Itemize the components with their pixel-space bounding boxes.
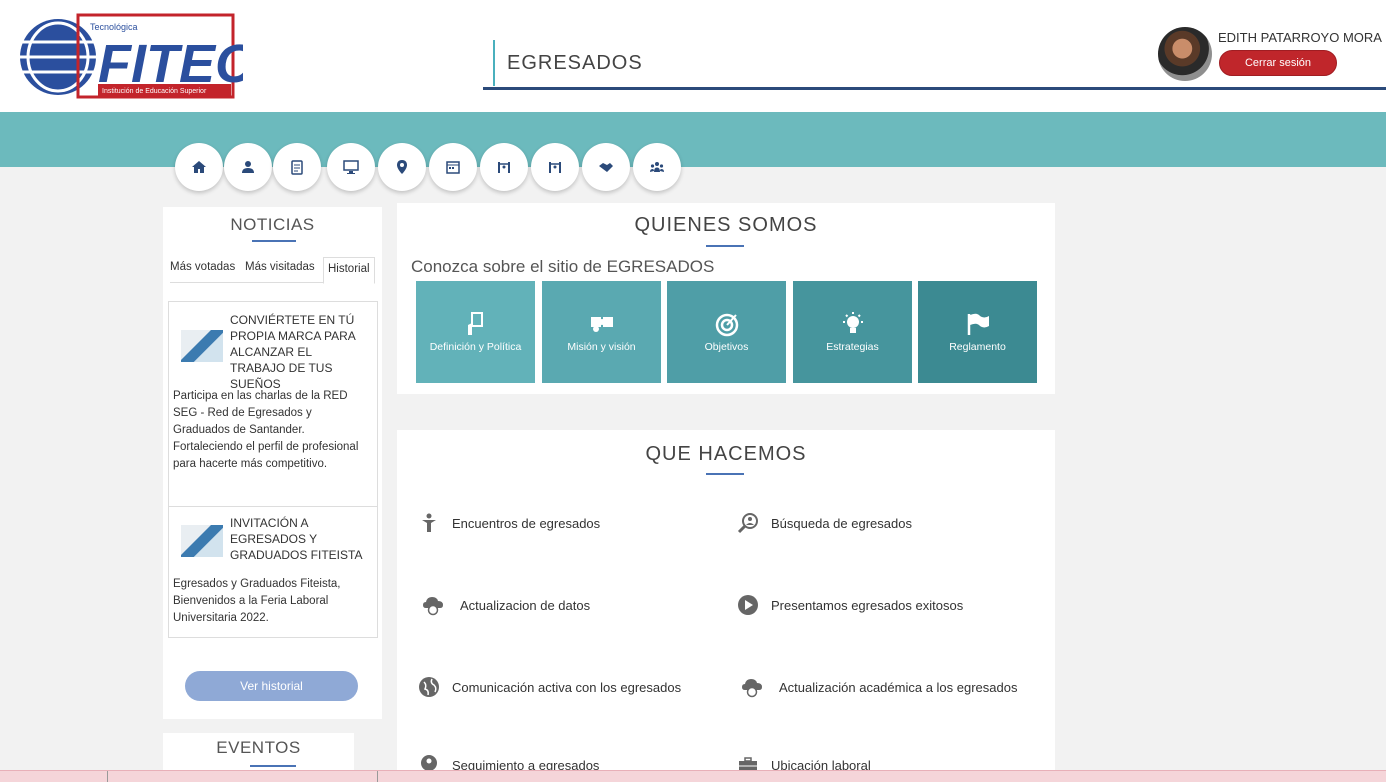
user-name: EDITH PATARROYO MORA xyxy=(1218,30,1382,45)
news-thumbnail xyxy=(181,525,223,557)
list-item-label: Comunicación activa con los egresados xyxy=(452,679,682,695)
quienes-somos-subtitle: Conozca sobre el sitio de EGRESADOS xyxy=(411,257,715,276)
list-item-label: Actualización académica a los egresados xyxy=(779,679,1018,695)
news-item[interactable]: INVITACIÓN A EGRESADOS Y GRADUADOS FITEI… xyxy=(168,506,378,638)
play-icon xyxy=(735,592,761,618)
avatar[interactable] xyxy=(1158,27,1212,81)
news-tabs: Más votadas Más visitadas Historial xyxy=(170,257,375,284)
location-icon[interactable] xyxy=(378,143,426,191)
clipboard-icon[interactable] xyxy=(273,143,321,191)
news-item-title[interactable]: CONVIÉRTETE EN TÚ PROPIA MARCA PARA ALCA… xyxy=(230,312,370,392)
home-icon[interactable] xyxy=(175,143,223,191)
document-hand-icon xyxy=(467,312,483,335)
tab-mas-votadas[interactable]: Más votadas xyxy=(170,261,235,273)
list-item[interactable]: Comunicación activa con los egresados xyxy=(416,674,681,700)
svg-text:Tecnológica: Tecnológica xyxy=(90,22,138,32)
tile-objetivos[interactable]: Objetivos xyxy=(667,281,786,383)
svg-text:Institución de Educación Super: Institución de Educación Superior xyxy=(102,88,207,95)
group-icon[interactable] xyxy=(633,143,681,191)
list-item[interactable]: Presentamos egresados exitosos xyxy=(735,592,963,618)
news-heading: NOTICIAS xyxy=(230,215,315,234)
quienes-somos-heading: QUIENES SOMOS xyxy=(634,214,818,236)
tile-label: Definición y Política xyxy=(429,341,522,353)
lightbulb-icon xyxy=(842,312,863,333)
tile-definicion-politica[interactable]: Definición y Política xyxy=(416,281,535,383)
tile-label: Objetivos xyxy=(704,341,749,353)
news-panel: NOTICIAS Más votadas Más visitadas Histo… xyxy=(163,207,382,719)
tab-mas-visitadas[interactable]: Más visitadas xyxy=(245,261,315,273)
tile-label: Estrategias xyxy=(826,341,879,353)
list-item-label: Actualizacion de datos xyxy=(460,597,591,613)
puzzle-icon xyxy=(590,317,613,332)
news-item-body: Egresados y Graduados Fiteista, Bienveni… xyxy=(173,578,341,624)
bottom-bar xyxy=(0,770,1386,782)
que-hacemos-heading: QUE HACEMOS xyxy=(645,443,807,465)
user-icon[interactable] xyxy=(224,143,272,191)
page-title: EGRESADOS xyxy=(507,52,643,74)
list-item-label: Búsqueda de egresados xyxy=(771,515,912,531)
news-item-body: Participa en las charlas de la RED SEG -… xyxy=(173,390,359,470)
search-person-icon xyxy=(735,510,761,536)
list-item[interactable]: Búsqueda de egresados xyxy=(735,510,912,536)
news-item-title[interactable]: INVITACIÓN A EGRESADOS Y GRADUADOS FITEI… xyxy=(230,515,370,563)
handshake-icon[interactable] xyxy=(582,143,630,191)
list-item-label: Encuentros de egresados xyxy=(452,515,601,531)
logout-button[interactable]: Cerrar sesión xyxy=(1219,50,1337,76)
list-item[interactable]: Encuentros de egresados xyxy=(416,510,600,536)
tab-historial[interactable]: Historial xyxy=(323,257,375,284)
tile-label: Misión y visión xyxy=(567,341,636,353)
list-item[interactable]: Actualizacion de datos xyxy=(416,592,590,618)
globe-icon xyxy=(416,674,442,700)
tile-label: Reglamento xyxy=(949,341,1006,353)
fitec-logo[interactable]: Tecnológica FITEC Institución de Educaci… xyxy=(18,12,243,102)
ver-historial-button[interactable]: Ver historial xyxy=(185,671,358,701)
tile-mision-vision[interactable]: Misión y visión xyxy=(542,281,661,383)
cloud-sync-icon xyxy=(416,592,450,618)
monitor-icon[interactable] xyxy=(327,143,375,191)
list-item[interactable]: Actualización académica a los egresados xyxy=(735,674,1017,700)
news-thumbnail xyxy=(181,330,223,362)
quienes-somos-panel: QUIENES SOMOS Conozca sobre el sitio de … xyxy=(397,203,1055,394)
tile-reglamento[interactable]: Reglamento xyxy=(918,281,1037,383)
parallel-bars-icon-2[interactable] xyxy=(531,143,579,191)
page-header: Tecnológica FITEC Institución de Educaci… xyxy=(0,0,1386,112)
calendar-icon[interactable] xyxy=(429,143,477,191)
list-item-label: Presentamos egresados exitosos xyxy=(771,597,964,613)
news-item[interactable]: CONVIÉRTETE EN TÚ PROPIA MARCA PARA ALCA… xyxy=(168,301,378,507)
events-heading: EVENTOS xyxy=(216,738,301,757)
flag-icon xyxy=(967,313,989,335)
cloud-sync-icon xyxy=(735,674,769,700)
tile-estrategias[interactable]: Estrategias xyxy=(793,281,912,383)
person-icon xyxy=(416,510,442,536)
que-hacemos-panel: QUE HACEMOS Encuentros de egresados Búsq… xyxy=(397,430,1055,782)
target-icon xyxy=(715,313,738,337)
parallel-bars-icon[interactable] xyxy=(480,143,528,191)
